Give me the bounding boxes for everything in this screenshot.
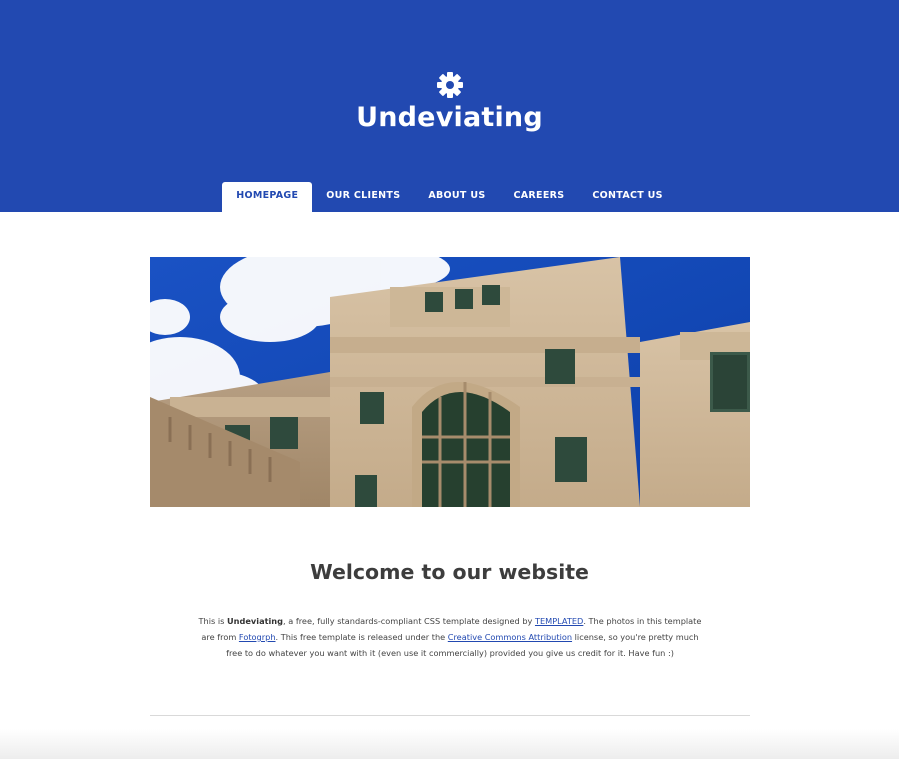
templated-link[interactable]: TEMPLATED (535, 616, 583, 626)
site-title[interactable]: Undeviating (0, 102, 899, 133)
gear-icon (437, 72, 463, 98)
nav-item-careers[interactable]: CAREERS (499, 182, 578, 212)
site-header: Undeviating HOMEPAGE OUR CLIENTS ABOUT U… (0, 0, 899, 212)
footer-shadow (0, 729, 899, 759)
fotogrph-link[interactable]: Fotogrph (239, 632, 276, 642)
intro-paragraph: This is Undeviating, a free, fully stand… (198, 616, 702, 658)
main-nav: HOMEPAGE OUR CLIENTS ABOUT US CAREERS CO… (0, 182, 899, 212)
nav-item-our-clients[interactable]: OUR CLIENTS (312, 182, 414, 212)
creative-commons-link[interactable]: Creative Commons Attribution (448, 632, 572, 642)
welcome-heading: Welcome to our website (310, 560, 589, 584)
nav-item-contact-us[interactable]: CONTACT US (578, 182, 676, 212)
banner-image (150, 257, 750, 507)
nav-item-about-us[interactable]: ABOUT US (414, 182, 499, 212)
nav-item-homepage[interactable]: HOMEPAGE (222, 182, 313, 212)
divider (150, 715, 750, 716)
brand-name: Undeviating (227, 616, 284, 626)
